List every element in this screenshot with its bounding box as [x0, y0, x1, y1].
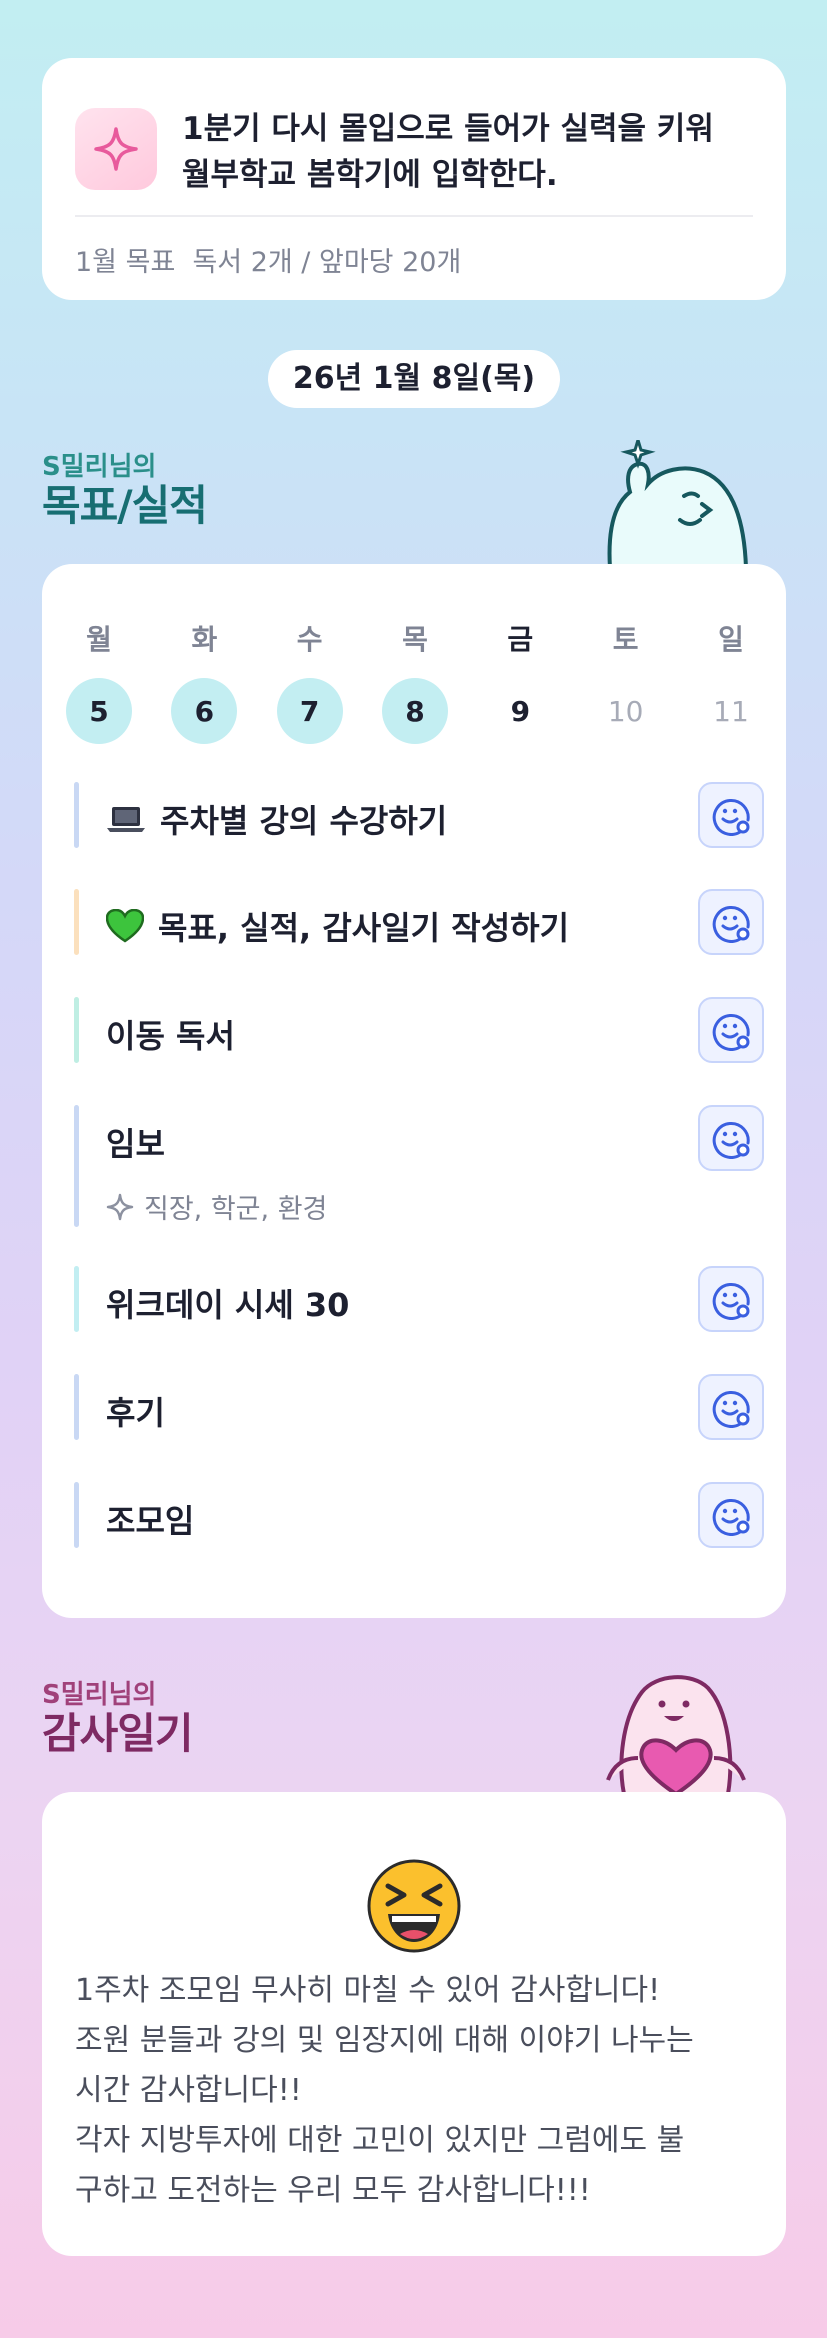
- day-number: 7: [276, 678, 343, 744]
- green-heart-icon: [106, 909, 144, 943]
- face-check-button[interactable]: [698, 1266, 764, 1332]
- task-item[interactable]: 목표, 실적, 감사일기 작성하기: [74, 889, 764, 955]
- sparkle-icon: [106, 1193, 134, 1220]
- thanks-diary-card: 1주차 조모임 무사히 마칠 수 있어 감사합니다! 조원 분들과 강의 및 임…: [42, 1792, 786, 2256]
- weekly-tasks-card: 월 5 화 6 수 7 목 8 금 9 토 10 일 11 주차별 강의 수강하…: [42, 564, 786, 1618]
- thanks-text: 1주차 조모임 무사히 마칠 수 있어 감사합니다! 조원 분들과 강의 및 임…: [75, 1973, 694, 2208]
- sparkle-icon: [75, 108, 157, 190]
- day-sat[interactable]: 토 10: [593, 618, 659, 744]
- task-bar: [74, 1374, 79, 1440]
- task-item[interactable]: 이동 독서: [74, 997, 764, 1063]
- mascot-thumbs-up: [600, 434, 752, 572]
- task-label: 이동 독서: [106, 1017, 235, 1055]
- mascot-heart: [598, 1668, 754, 1798]
- week-strip: 월 5 화 6 수 7 목 8 금 9 토 10 일 11: [66, 618, 764, 744]
- day-number: 9: [510, 694, 531, 728]
- task-label: 위크데이 시세 30: [106, 1286, 350, 1324]
- task-bar: [74, 1266, 79, 1332]
- day-wed[interactable]: 수 7: [276, 618, 343, 744]
- goal-statement: 1분기 다시 몰입으로 들어가 실력을 키워 월부학교 봄학기에 입학한다.: [182, 111, 714, 193]
- task-item[interactable]: 위크데이 시세 30: [74, 1266, 764, 1332]
- face-icon: [712, 799, 750, 836]
- task-label: 임보: [106, 1125, 165, 1163]
- task-label: 목표, 실적, 감사일기 작성하기: [158, 909, 570, 947]
- face-icon: [712, 1499, 750, 1536]
- task-bar: [74, 1105, 79, 1227]
- goal-card: 1분기 다시 몰입으로 들어가 실력을 키워 월부학교 봄학기에 입학한다. 1…: [42, 58, 786, 300]
- face-icon: [712, 1014, 750, 1051]
- face-check-button[interactable]: [698, 1105, 764, 1171]
- day-sun[interactable]: 일 11: [698, 618, 764, 744]
- divider: [75, 215, 753, 217]
- thanks-section-title: S밀리님의 감사일기: [42, 1680, 194, 1758]
- face-check-button[interactable]: [698, 997, 764, 1063]
- task-label: 조모임: [106, 1502, 195, 1540]
- face-icon: [712, 906, 750, 943]
- day-fri[interactable]: 금 9: [487, 618, 553, 744]
- day-number: 5: [66, 678, 132, 744]
- face-check-button[interactable]: [698, 782, 764, 848]
- day-thu[interactable]: 목 8: [381, 618, 448, 744]
- task-bar: [74, 889, 79, 955]
- task-bar: [74, 782, 79, 848]
- day-mon[interactable]: 월 5: [66, 618, 132, 744]
- face-icon: [712, 1391, 750, 1428]
- day-number: 8: [381, 678, 448, 744]
- laughing-face-icon: [366, 1858, 462, 1954]
- day-number: 6: [171, 678, 238, 744]
- laptop-icon: [106, 804, 146, 834]
- task-item[interactable]: 후기: [74, 1374, 764, 1440]
- task-item[interactable]: 조모임: [74, 1482, 764, 1548]
- day-tue[interactable]: 화 6: [171, 618, 238, 744]
- day-number: 11: [713, 694, 749, 728]
- face-check-button[interactable]: [698, 1374, 764, 1440]
- task-item[interactable]: 임보 직장, 학군, 환경: [74, 1105, 764, 1227]
- task-label: 후기: [106, 1394, 165, 1432]
- date-pill: 26년 1월 8일(목): [268, 350, 560, 408]
- face-icon: [712, 1283, 750, 1320]
- task-bar: [74, 1482, 79, 1548]
- task-label: 주차별 강의 수강하기: [160, 802, 448, 840]
- monthly-goal: 1월 목표 독서 2개 / 앞마당 20개: [75, 247, 462, 278]
- task-bar: [74, 997, 79, 1063]
- face-check-button[interactable]: [698, 1482, 764, 1548]
- task-item[interactable]: 주차별 강의 수강하기: [74, 782, 764, 848]
- face-check-button[interactable]: [698, 889, 764, 955]
- goal-section-title: S밀리님의 목표/실적: [42, 452, 208, 530]
- task-sub-label: 직장, 학군, 환경: [144, 1194, 328, 1225]
- face-icon: [712, 1122, 750, 1159]
- day-number: 10: [607, 694, 644, 728]
